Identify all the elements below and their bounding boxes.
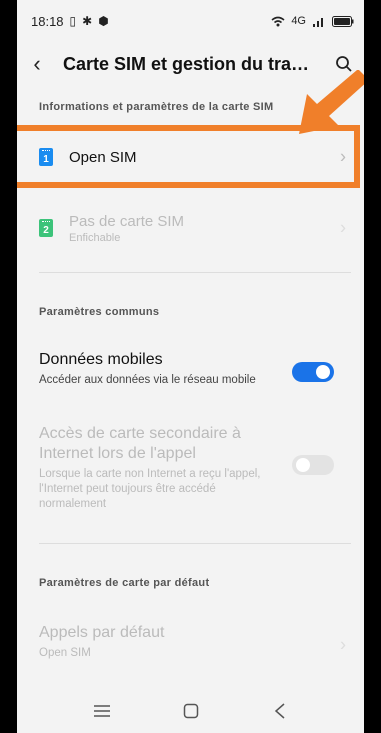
system-nav-bar xyxy=(17,689,364,733)
section-header-sim-info: Informations et paramètres de la carte S… xyxy=(39,101,274,113)
section-header-common: Paramètres communs xyxy=(39,306,160,318)
page-title: Carte SIM et gestion du trafic... xyxy=(63,53,312,74)
default-calls-value: Open SIM xyxy=(39,647,91,659)
sim2-sub: Enfichable xyxy=(69,231,121,244)
chevron-right-icon: › xyxy=(340,634,346,655)
network-type-label: 4G xyxy=(291,15,306,27)
settings-gear-icon: ✱ xyxy=(82,14,93,28)
back-icon[interactable]: ‹ xyxy=(17,42,57,86)
mobile-data-row[interactable]: Données mobiles Accéder aux données via … xyxy=(17,350,364,394)
status-bar: 18:18 ▯ ✱ ⬢ 4G xyxy=(17,0,364,42)
secondary-access-row[interactable]: Accès de carte secondaire à Internet lor… xyxy=(17,424,364,516)
sim-card-2-icon: 2 xyxy=(39,219,53,237)
mobile-data-toggle[interactable] xyxy=(292,362,334,382)
signal-icon xyxy=(313,17,323,27)
battery-icon xyxy=(332,15,354,27)
default-calls-title: Appels par défaut xyxy=(39,624,165,641)
home-icon[interactable] xyxy=(171,691,211,731)
secondary-access-title: Accès de carte secondaire à Internet lor… xyxy=(39,425,241,462)
status-time: 18:18 xyxy=(31,13,64,29)
default-calls-row[interactable]: Appels par défaut Open SIM › xyxy=(17,623,364,667)
wifi-icon xyxy=(271,16,285,26)
divider xyxy=(39,272,351,273)
screen: 18:18 ▯ ✱ ⬢ 4G ‹ Carte SIM et gestion du… xyxy=(17,0,364,733)
divider xyxy=(39,543,351,544)
secondary-access-desc: Lorsque la carte non Internet a reçu l'a… xyxy=(39,468,261,510)
shield-icon: ⬢ xyxy=(98,14,109,28)
sim2-label: Pas de carte SIM xyxy=(69,212,185,230)
pointer-arrow-icon xyxy=(299,70,364,134)
section-header-default: Paramètres de carte par défaut xyxy=(39,577,210,589)
secondary-access-toggle[interactable] xyxy=(292,455,334,475)
device-frame: 18:18 ▯ ✱ ⬢ 4G ‹ Carte SIM et gestion du… xyxy=(0,0,381,733)
notification-icon: ▯ xyxy=(69,14,77,28)
menu-icon[interactable] xyxy=(82,691,122,731)
chevron-right-icon: › xyxy=(340,217,346,238)
back-nav-icon[interactable] xyxy=(260,691,300,731)
sim2-row[interactable]: 2 Pas de carte SIM Enfichable › xyxy=(17,200,364,256)
